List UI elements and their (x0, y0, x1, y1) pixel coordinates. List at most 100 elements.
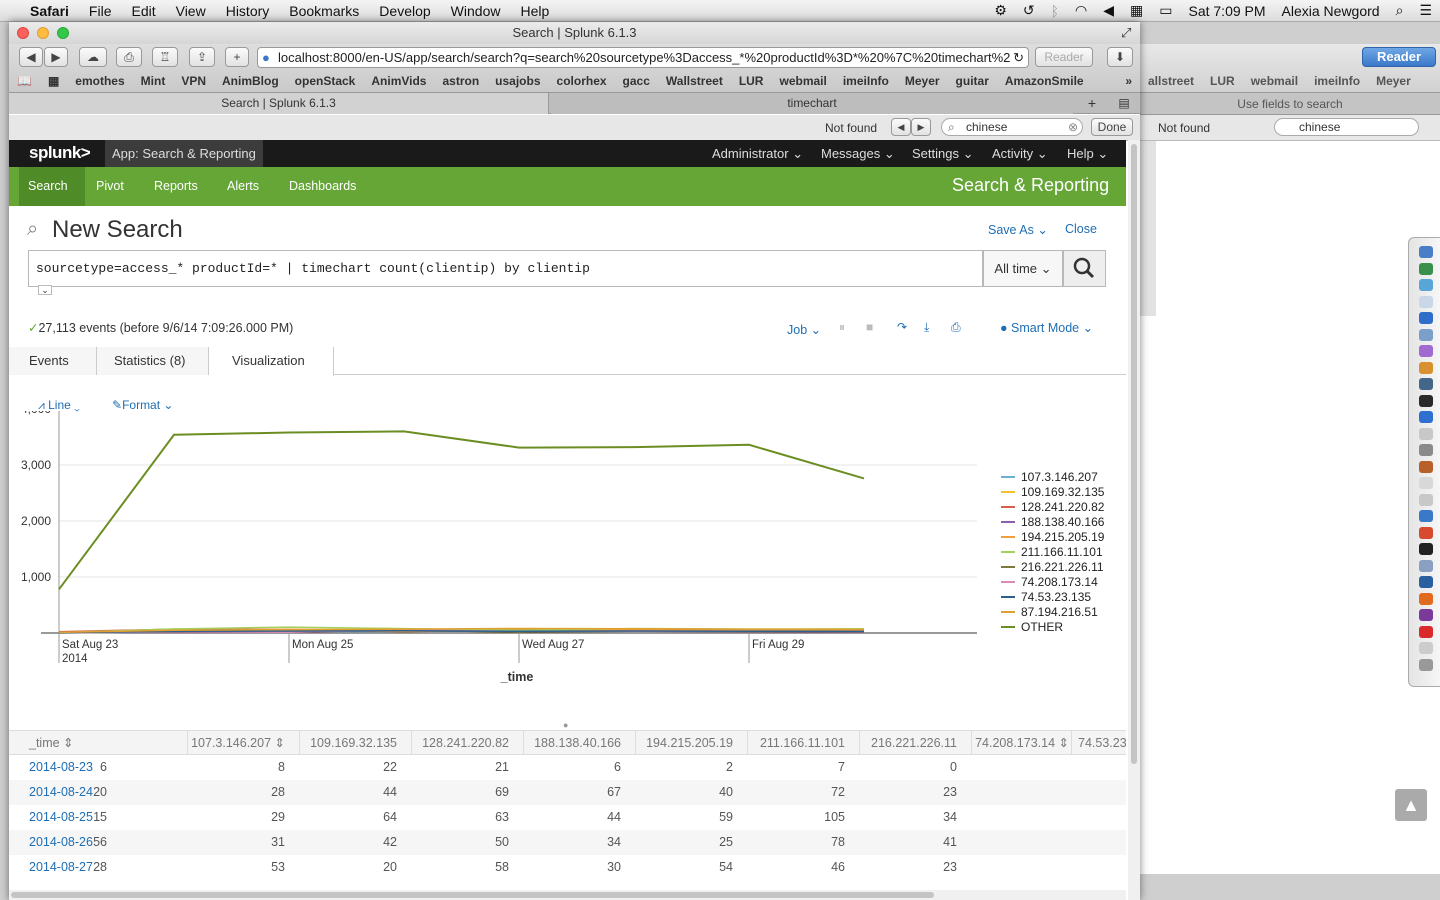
dock-app-icon[interactable] (1419, 378, 1433, 390)
bg-bookmark[interactable]: webmail (1243, 74, 1306, 88)
calendar-icon[interactable]: ▦ (1122, 2, 1151, 19)
bookmark[interactable]: Wallstreet (658, 74, 731, 88)
tab-visualization[interactable]: Visualization (209, 347, 334, 376)
dock-app-icon[interactable] (1419, 361, 1433, 374)
dock-app-icon[interactable] (1419, 510, 1433, 522)
dock-app-icon[interactable] (1419, 543, 1433, 555)
nav-pivot[interactable]: Pivot (96, 179, 124, 193)
tab-statistics[interactable]: Statistics (8) (97, 347, 209, 375)
bg-bookmark[interactable]: LUR (1202, 74, 1243, 88)
menu-window[interactable]: Window (441, 3, 511, 19)
legend-label[interactable]: 74.53.23.135 (1021, 590, 1091, 604)
forward-button[interactable]: ▶ (44, 47, 68, 67)
menubar-clock[interactable]: Sat 7:09 PM (1180, 3, 1273, 19)
tab-timechart[interactable]: timechart (551, 93, 1073, 114)
legend-label[interactable]: 109.169.32.135 (1021, 485, 1105, 499)
address-bar[interactable]: ● localhost:8000/en-US/app/search/search… (257, 47, 1029, 68)
new-tab-button[interactable]: + (225, 47, 249, 67)
legend-label[interactable]: 87.194.216.51 (1021, 605, 1098, 619)
app-menu[interactable]: App: Search & Reporting (105, 140, 263, 167)
notification-center-icon[interactable]: ☰ (1411, 2, 1440, 19)
dock-app-icon[interactable] (1419, 559, 1433, 572)
pause-icon[interactable]: ⏸ (839, 320, 845, 335)
menu-edit[interactable]: Edit (121, 3, 165, 19)
wifi-icon[interactable]: ◠ (1067, 2, 1095, 19)
job-menu[interactable]: Job ⌄ (787, 322, 821, 337)
add-tab-icon[interactable]: + (1081, 93, 1103, 114)
bg-bookmark[interactable]: imeiInfo (1306, 74, 1368, 88)
bg-tab[interactable]: Use fields to search (1140, 92, 1440, 115)
bg-find-input[interactable]: chinese (1274, 118, 1419, 136)
menu-app[interactable]: Safari (20, 3, 79, 19)
bookmark[interactable]: astron (434, 74, 487, 88)
reload-icon[interactable]: ↻ (1010, 48, 1024, 67)
volume-icon[interactable]: ◀ (1095, 2, 1122, 19)
zoom-window-icon[interactable] (57, 27, 69, 39)
find-input[interactable]: ⌕ chinese ⊗ (941, 118, 1083, 136)
legend-label[interactable]: 211.166.11.101 (1021, 545, 1103, 559)
dock-app-icon[interactable] (1419, 609, 1433, 621)
horizontal-scroll-thumb[interactable] (11, 892, 934, 898)
column-header[interactable]: 188.138.40.166 ⇕ (523, 731, 621, 775)
settings-menu[interactable]: Settings ⌄ (912, 146, 974, 162)
battery-icon[interactable]: ▭ (1151, 2, 1180, 19)
dock-app-icon[interactable] (1419, 658, 1433, 671)
search-input[interactable]: sourcetype=access_* productId=* | timech… (28, 250, 983, 287)
bookmark[interactable]: guitar (948, 74, 997, 88)
reader-button[interactable]: Reader (1035, 47, 1093, 67)
dock-app-icon[interactable] (1419, 411, 1433, 423)
bookmark[interactable]: colorhex (549, 74, 615, 88)
bookmark[interactable]: LUR (731, 74, 772, 88)
dock-app-icon[interactable] (1419, 246, 1433, 258)
stop-icon[interactable]: ■ (866, 320, 873, 334)
nav-alerts[interactable]: Alerts (227, 179, 259, 193)
help-menu[interactable]: Help ⌄ (1067, 146, 1108, 162)
menu-help[interactable]: Help (510, 3, 559, 19)
administrator-menu[interactable]: Administrator ⌄ (712, 146, 803, 162)
menu-bookmarks[interactable]: Bookmarks (279, 3, 369, 19)
dock-app-icon[interactable] (1419, 576, 1433, 588)
icloud-icon[interactable]: ☁ (79, 47, 107, 67)
bg-reader-button[interactable]: Reader (1362, 47, 1436, 67)
downloads-icon[interactable]: ⬇ (1107, 47, 1133, 67)
dock-app-icon[interactable] (1419, 477, 1433, 489)
dock-app-icon[interactable] (1419, 295, 1433, 308)
bookmark[interactable]: AnimVids (363, 74, 434, 88)
dock-app-icon[interactable] (1419, 394, 1433, 407)
share-icon[interactable]: ↷ (897, 320, 907, 334)
menu-view[interactable]: View (166, 3, 216, 19)
messages-menu[interactable]: Messages ⌄ (821, 146, 895, 162)
bookmark[interactable]: Meyer (897, 74, 948, 88)
dock-app-icon[interactable] (1419, 493, 1433, 506)
legend-label[interactable]: 194.215.205.19 (1021, 530, 1105, 544)
more-bookmarks-icon[interactable]: » (1117, 74, 1140, 88)
vertical-scrollbar[interactable] (1128, 140, 1140, 900)
menu-develop[interactable]: Develop (369, 3, 440, 19)
bookmark[interactable]: AnimBlog (214, 74, 287, 88)
dock-app-icon[interactable] (1419, 328, 1433, 341)
activity-menu[interactable]: Activity ⌄ (992, 146, 1048, 162)
dock-app-icon[interactable] (1419, 427, 1433, 440)
bookmark[interactable]: usajobs (487, 74, 548, 88)
share-icon[interactable]: ⇪ (189, 47, 215, 67)
bg-scrollbar[interactable] (1140, 141, 1156, 316)
fullscreen-icon[interactable]: ⤢ (1121, 22, 1131, 44)
dock-app-icon[interactable] (1419, 625, 1433, 638)
dock-app-icon[interactable] (1419, 262, 1433, 275)
bookmark[interactable]: webmail (771, 74, 834, 88)
splunk-logo[interactable]: splunk> (29, 143, 91, 163)
column-header[interactable]: 194.215.205.19 ⇕ (635, 731, 733, 775)
legend-label[interactable]: 107.3.146.207 (1021, 470, 1098, 484)
column-header[interactable]: 74.53.23 (1071, 731, 1126, 756)
back-button[interactable]: ◀ (19, 47, 43, 67)
export-icon[interactable]: ⤓ (924, 320, 929, 335)
column-header[interactable]: 74.208.173.14 ⇕ (971, 731, 1069, 756)
column-header[interactable]: 109.169.32.135 ⇕ (299, 731, 397, 775)
legend-label[interactable]: 74.208.173.14 (1021, 575, 1098, 589)
menubar-user[interactable]: Alexia Newgord (1274, 3, 1388, 19)
nav-dashboards[interactable]: Dashboards (289, 179, 356, 193)
column-header[interactable]: 128.241.220.82 ⇕ (411, 731, 509, 775)
column-header[interactable]: 107.3.146.207 ⇕ (187, 731, 285, 756)
print-icon[interactable]: ⎙ (116, 47, 142, 67)
search-mode-menu[interactable]: ● Smart Mode ⌄ (1000, 320, 1093, 335)
